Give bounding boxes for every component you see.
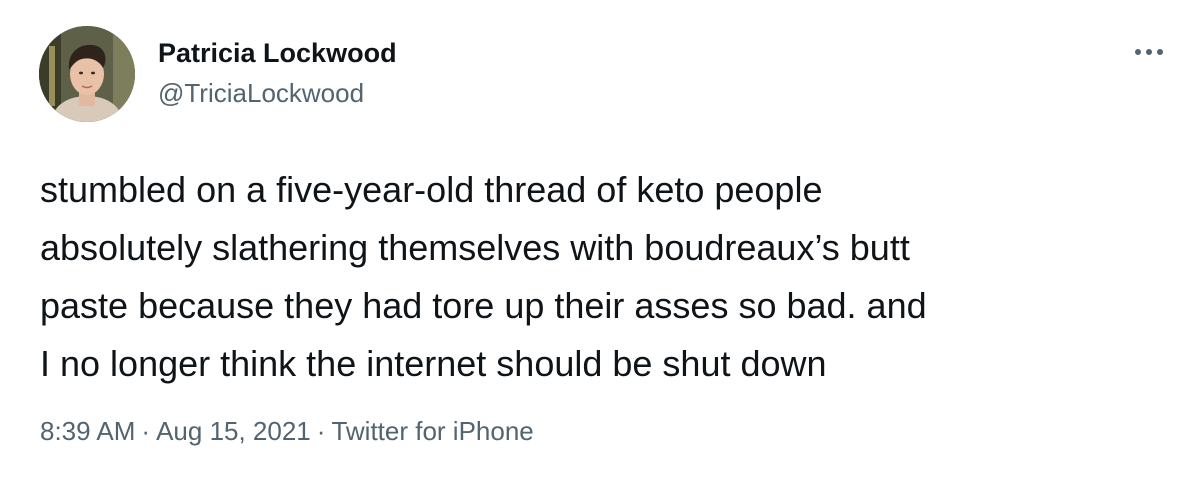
tweet-text: stumbled on a five-year-old thread of ke…	[40, 161, 1180, 393]
more-horizontal-icon	[1135, 49, 1163, 55]
author-handle[interactable]: @TriciaLockwood	[158, 76, 364, 110]
avatar-photo	[39, 26, 135, 122]
tweet-card: Patricia Lockwood @TriciaLockwood stumbl…	[0, 0, 1202, 480]
tweet-text-line: stumbled on a five-year-old thread of ke…	[40, 169, 823, 210]
tweet-date[interactable]: Aug 15, 2021	[156, 416, 311, 446]
avatar[interactable]	[39, 26, 135, 122]
tweet-source[interactable]: Twitter for iPhone	[331, 416, 533, 446]
tweet-text-line: absolutely slathering themselves with bo…	[40, 227, 910, 268]
tweet-text-line: paste because they had tore up their ass…	[40, 285, 927, 326]
tweet-text-line: I no longer think the internet should be…	[40, 343, 827, 384]
author-display-name[interactable]: Patricia Lockwood	[158, 36, 397, 70]
tweet-metadata: 8:39 AM · Aug 15, 2021 · Twitter for iPhone	[40, 414, 534, 448]
tweet-time[interactable]: 8:39 AM	[40, 416, 135, 446]
meta-separator: ·	[316, 416, 326, 446]
meta-separator: ·	[141, 416, 151, 446]
more-options-button[interactable]	[1126, 36, 1172, 68]
